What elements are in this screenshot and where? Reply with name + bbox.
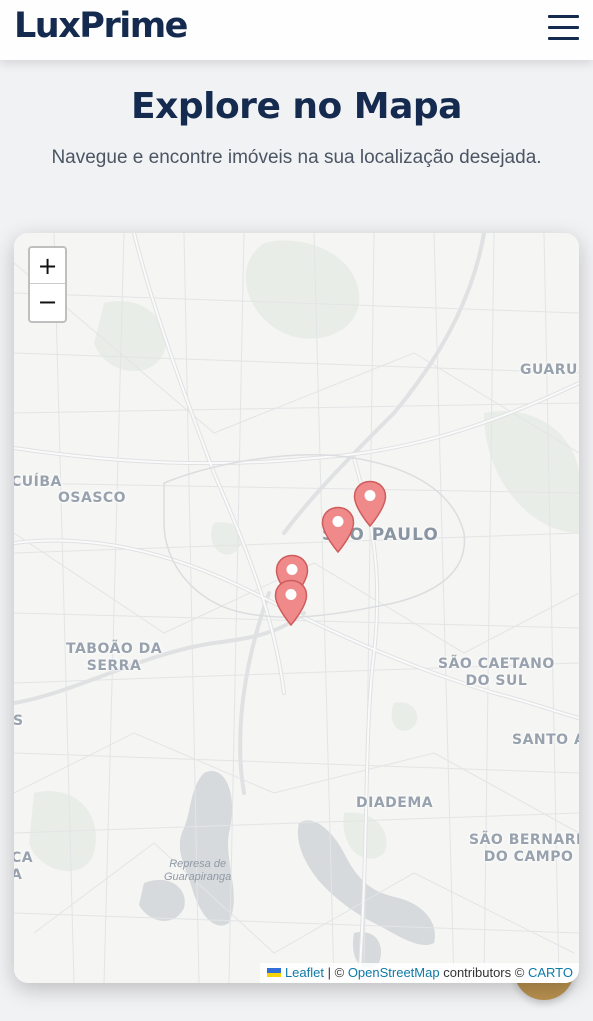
attribution-separator: | ©: [327, 965, 345, 980]
map-attribution: Leaflet | © OpenStreetMap contributors ©…: [259, 963, 579, 983]
site-header: LuxPrime: [0, 0, 593, 60]
page-title: Explore no Mapa: [131, 86, 462, 127]
place-label-taboao-da-serra: TABOÃO DA SERRA: [66, 641, 163, 674]
hamburger-menu-icon[interactable]: [548, 15, 579, 41]
page-subtitle: Navegue e encontre imóveis na sua locali…: [51, 147, 542, 168]
logo[interactable]: LuxPrime: [14, 6, 188, 46]
place-label-santo-andre: SANTO A: [512, 732, 579, 748]
zoom-out-button[interactable]: −: [30, 284, 65, 320]
carto-link[interactable]: CARTO: [528, 965, 573, 980]
attribution-contributors: contributors ©: [443, 965, 525, 980]
place-label-guarulhos: GUARU: [520, 362, 578, 378]
leaflet-link[interactable]: Leaflet: [285, 965, 324, 980]
place-label-sao-caetano: SÃO CAETANO DO SUL: [438, 656, 555, 689]
property-marker-icon[interactable]: [353, 480, 387, 528]
place-label-sao-bernardo: SÃO BERNARD DO CAMPO: [469, 832, 579, 865]
place-label-itapecerica: CA A: [14, 850, 34, 883]
place-label-edge: S: [14, 713, 24, 729]
place-label-carapicuiba: CUÍBA: [14, 474, 62, 490]
property-marker-icon[interactable]: [321, 506, 355, 554]
zoom-in-button[interactable]: +: [30, 248, 65, 284]
openstreetmap-link[interactable]: OpenStreetMap: [348, 965, 440, 980]
place-label-osasco: OSASCO: [58, 490, 127, 506]
zoom-control: + −: [28, 246, 67, 323]
ukraine-flag-icon: [266, 968, 281, 977]
water-label-represa: Represa de Guarapiranga: [164, 858, 232, 883]
place-label-diadema: DIADEMA: [356, 795, 434, 811]
property-marker-icon[interactable]: [274, 579, 308, 627]
map-container[interactable]: GUARU CUÍBA OSASCO SÃO PAULO TABOÃO DA S…: [14, 233, 579, 983]
